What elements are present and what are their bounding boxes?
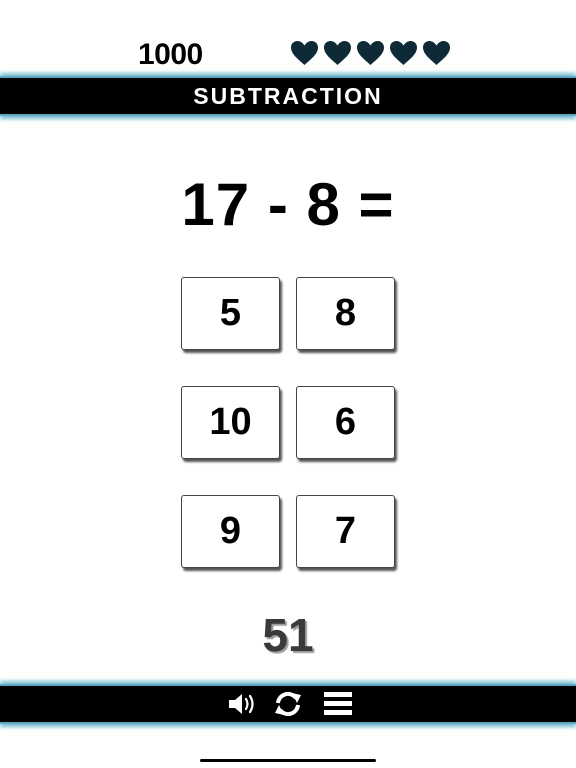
home-indicator[interactable] — [200, 759, 376, 762]
answer-button-4[interactable]: 6 — [296, 386, 395, 459]
heart-icon — [291, 41, 318, 65]
heart-icon — [324, 41, 351, 65]
speaker-icon — [229, 694, 254, 714]
lives-display — [290, 40, 451, 66]
refresh-icon — [275, 691, 301, 717]
hud-bar: 1000 — [0, 36, 576, 76]
menu-icon — [324, 692, 352, 715]
bottom-toolbar — [0, 684, 576, 724]
heart-icon — [390, 41, 417, 65]
answer-button-1[interactable]: 5 — [181, 277, 280, 350]
answer-button-3[interactable]: 10 — [181, 386, 280, 459]
score-display: 1000 — [138, 38, 203, 71]
equation-display: 17 - 8 = — [181, 171, 395, 238]
menu-button[interactable] — [322, 690, 354, 718]
countdown-timer: 51 — [262, 609, 314, 661]
heart-icon — [357, 41, 384, 65]
answer-button-5[interactable]: 9 — [181, 495, 280, 568]
sound-button[interactable] — [227, 690, 259, 718]
mode-title: SUBTRACTION — [193, 82, 383, 109]
mode-banner: SUBTRACTION — [0, 76, 576, 116]
heart-icon — [423, 41, 450, 65]
restart-button[interactable] — [272, 690, 304, 718]
answer-button-6[interactable]: 7 — [296, 495, 395, 568]
answer-button-2[interactable]: 8 — [296, 277, 395, 350]
